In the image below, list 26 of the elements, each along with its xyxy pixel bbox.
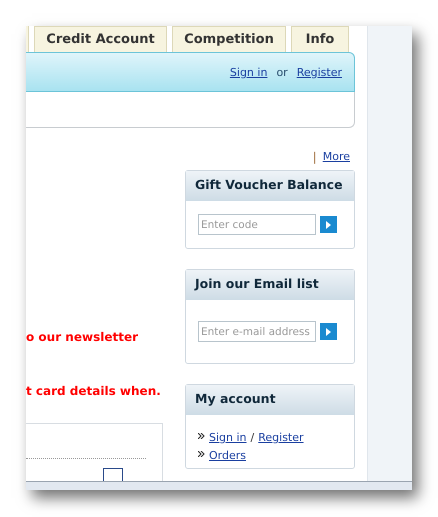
box-title: Join our Email list: [186, 270, 354, 300]
nav-tab[interactable]: Competition: [172, 26, 286, 52]
box-title: Gift Voucher Balance: [186, 171, 354, 201]
notice-text: t card details when.: [26, 384, 162, 398]
text-field[interactable]: Enter code: [198, 214, 316, 235]
go-button[interactable]: [320, 323, 337, 340]
nav-tab[interactable]: Credit Account: [34, 26, 167, 52]
text-field[interactable]: Enter e-mail address: [198, 321, 316, 342]
separator-text: |: [312, 150, 317, 164]
account-link[interactable]: Register: [258, 431, 304, 444]
account-link[interactable]: Sign in: [209, 431, 247, 444]
go-button[interactable]: [320, 216, 337, 233]
scrollbar[interactable]: [26, 481, 412, 490]
chevron-icon: [198, 433, 205, 439]
play-icon: [326, 220, 331, 228]
register-link[interactable]: Register: [296, 66, 342, 78]
box-title: My account: [186, 385, 354, 415]
separator-text: /: [250, 431, 254, 444]
more-link[interactable]: More: [322, 150, 350, 164]
play-icon: [326, 328, 331, 336]
or-text: or: [276, 66, 288, 78]
notice-text: o our newsletter: [26, 330, 139, 344]
chevron-icon: [198, 451, 205, 457]
nav-tab[interactable]: Info: [291, 26, 349, 52]
account-link[interactable]: Orders: [209, 449, 246, 462]
sign-in-link[interactable]: Sign in: [230, 66, 268, 78]
